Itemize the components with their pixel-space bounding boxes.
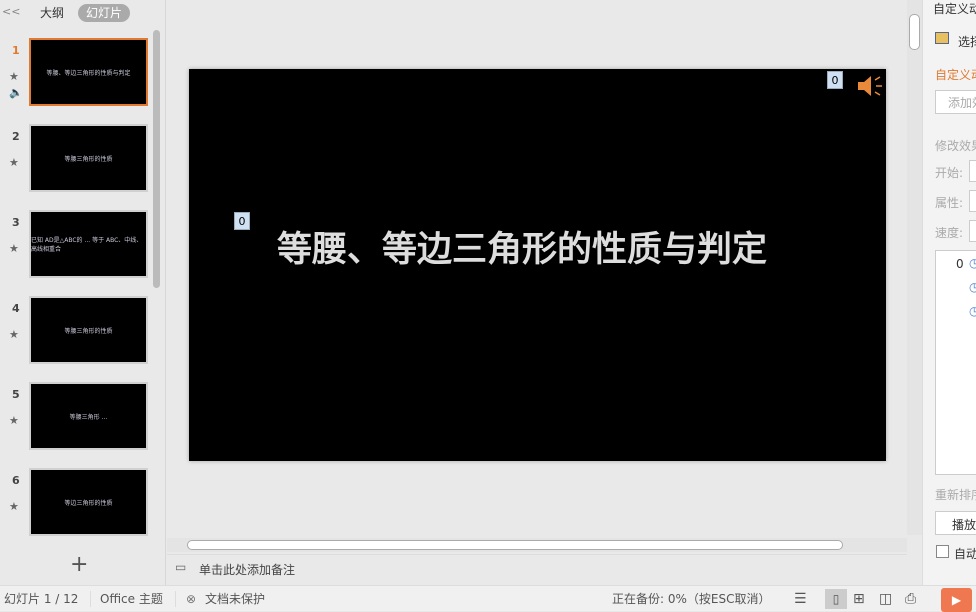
slide-number: 2 [12,130,20,143]
speed-select[interactable] [969,220,976,242]
thumbnail-text: 等腰三角形的性质 [64,327,113,335]
thumbnail-text: 已知 AD是△ABC的 ... 等于 ABC、中线、高线相重合 [31,237,143,253]
animation-star-icon: ★ [9,414,19,427]
thumbnail-text: 等边三角形的性质 [64,499,113,507]
selection-pane-icon [935,32,949,44]
slide-thumbnail-row[interactable]: 5 ★ 等腰三角形 ... [0,382,155,452]
slide-thumbnail[interactable]: 已知 AD是△ABC的 ... 等于 ABC、中线、高线相重合 [29,210,148,278]
start-select[interactable] [969,160,976,182]
add-slide-button[interactable]: + [70,552,88,577]
slide-thumbnail[interactable]: 等边三角形的性质 [29,468,148,536]
property-label: 属性: [935,196,964,210]
slide-number: 3 [12,216,20,229]
pane-title: 自定义动画 [933,2,976,16]
slide-thumbnail[interactable]: 等腰三角形的性质 [29,296,148,364]
animation-star-icon: ★ [9,156,19,169]
shield-icon: ⊗ [186,592,197,606]
slide-thumbnail[interactable]: 等腰三角形的性质 [29,124,148,192]
slideshow-play-button[interactable]: ▶ [941,588,972,612]
vertical-scrollbar[interactable] [907,0,922,535]
notes-area[interactable]: ▭ 单击此处添加备注 [167,554,907,585]
slide-number: 1 [12,44,20,57]
animation-badge-audio[interactable]: 0 [827,71,843,89]
slide-thumbnail-row[interactable]: 6 ★ 等边三角形的性质 [0,468,155,538]
add-effect-button[interactable]: 添加效果 [935,90,976,114]
reorder-label: 重新排序 [935,488,976,502]
play-label: 播放 [952,518,976,532]
collapse-panel-button[interactable]: << [2,5,20,18]
clock-icon: ◷ [969,256,976,270]
backup-status: 正在备份: 0%（按ESC取消） [612,592,771,606]
slide-number: 5 [12,388,20,401]
sound-icon: 🔈 [9,86,23,99]
start-label: 开始: [935,166,964,180]
thumbnail-scrollbar[interactable] [153,30,160,288]
slide-thumbnail[interactable]: 等腰、等边三角形的性质与判定 [29,38,148,106]
property-select[interactable] [969,190,976,212]
slide-counter: 幻灯片 1 / 12 [4,592,79,606]
slide-thumbnail[interactable]: 等腰三角形 ... [29,382,148,450]
slide-thumbnail-row[interactable]: 4 ★ 等腰三角形的性质 [0,296,155,366]
theme-name[interactable]: Office 主题 [100,586,163,612]
camera-icon[interactable]: ⎙ [905,586,916,612]
section-title: 自定义动画 [935,68,976,82]
animation-star-icon: ★ [9,500,19,513]
selection-pane-button[interactable]: 选择窗格 [958,33,976,50]
slide-panel: << 大纲 幻灯片 1 ★ 🔈 等腰、等边三角形的性质与判定 2 ★ 等腰三角形的… [0,0,166,585]
thumbnail-text: 等腰、等边三角形的性质与判定 [46,69,131,77]
animation-list-index: 0 [956,257,964,271]
speaker-icon[interactable] [855,73,883,99]
animation-star-icon: ★ [9,328,19,341]
animation-star-icon: ★ [9,242,19,255]
custom-animation-pane: 自定义动画 选择窗格 自定义动画 添加效果 修改效果 开始: 属性: 速度: 0… [922,0,976,585]
status-bar: 幻灯片 1 / 12 Office 主题 ⊗ 文档未保护 正在备份: 0%（按E… [0,585,976,612]
clock-icon: ◷ [969,304,976,318]
normal-view-icon[interactable]: ▯ [825,589,847,609]
reading-view-icon[interactable]: ◫ [879,586,892,612]
animation-badge-title[interactable]: 0 [234,212,250,230]
notes-placeholder[interactable]: 单击此处添加备注 [199,561,295,578]
protection-status[interactable]: 文档未保护 [205,586,265,612]
slide-thumbnail-row[interactable]: 2 ★ 等腰三角形的性质 [0,124,155,194]
animation-list[interactable]: 0 ◷ ◷ ◷ [935,250,976,475]
thumbnail-text: 等腰三角形的性质 [64,155,113,163]
modify-effect-label: 修改效果 [935,139,976,153]
slide-number: 4 [12,302,20,315]
horizontal-scrollbar[interactable] [167,538,907,552]
play-button[interactable]: 播放 [935,511,976,535]
slide-canvas[interactable]: 0 0 等腰、等边三角形的性质与判定 [189,69,886,461]
autopreview-label: 自动预览 [954,547,976,561]
tab-slides[interactable]: 幻灯片 [78,4,131,22]
thumbnail-text: 等腰三角形 ... [69,413,108,421]
animation-star-icon: ★ [9,70,19,83]
speed-label: 速度: [935,226,964,240]
tab-outline[interactable]: 大纲 [32,4,72,22]
notes-icon: ▭ [175,560,187,574]
slide-thumbnail-row[interactable]: 1 ★ 🔈 等腰、等边三角形的性质与判定 [0,38,155,108]
notes-menu-icon[interactable]: ☰ [794,586,807,612]
slide-number: 6 [12,474,20,487]
autopreview-checkbox[interactable] [936,545,949,558]
clock-icon: ◷ [969,280,976,294]
slide-sorter-icon[interactable]: ⊞ [853,586,865,612]
slide-title[interactable]: 等腰、等边三角形的性质与判定 [277,221,767,272]
slide-thumbnail-row[interactable]: 3 ★ 已知 AD是△ABC的 ... 等于 ABC、中线、高线相重合 [0,210,155,280]
